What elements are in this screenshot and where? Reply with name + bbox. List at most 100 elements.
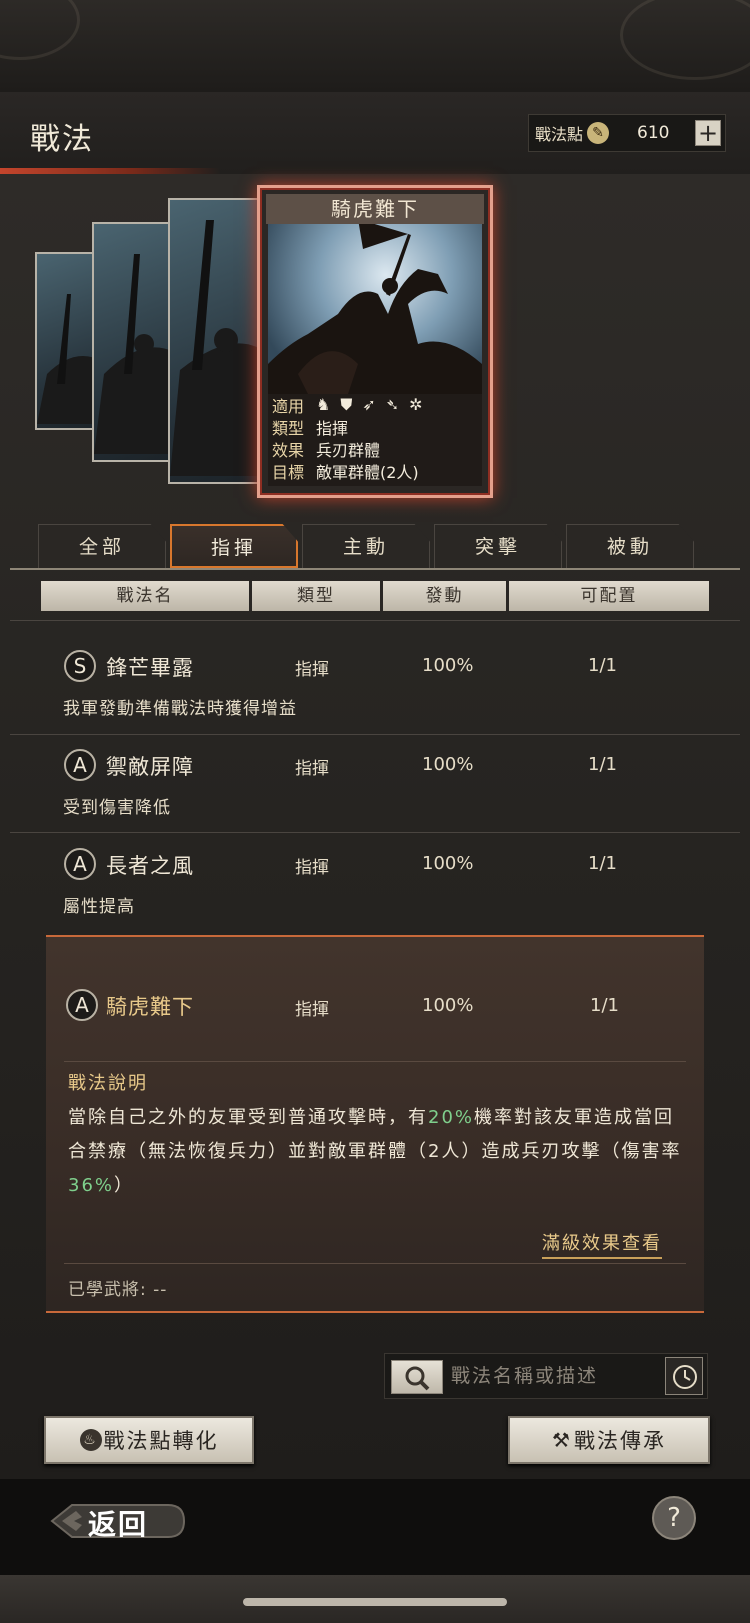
learned-generals: 已學武將: -- (68, 1280, 168, 1300)
convert-points-button[interactable]: ♨ 戰法點轉化 (44, 1416, 254, 1464)
info-row-effect: 效果 兵刃群體 (268, 438, 482, 460)
page-title: 戰法 (30, 122, 94, 157)
divider (10, 832, 740, 833)
info-row-units: 適用 ♞ ⛊ ➶ ➴ ✲ (268, 394, 482, 416)
tactic-rate: 100% (422, 655, 474, 676)
tab-assault[interactable]: 突擊 (434, 524, 562, 568)
search-input[interactable] (451, 1354, 651, 1398)
header-glow (0, 168, 220, 174)
help-button[interactable]: ? (652, 1496, 696, 1540)
tactic-type: 指揮 (295, 1000, 329, 1020)
spear-icon: ➴ (385, 395, 400, 414)
hammer-icon: ⚒ (552, 1428, 572, 1452)
inherit-tactic-button[interactable]: ⚒ 戰法傳承 (508, 1416, 710, 1464)
search-button[interactable] (391, 1360, 443, 1394)
home-indicator[interactable] (243, 1598, 507, 1606)
card-name: 騎虎難下 (266, 194, 484, 224)
tactic-summary: 屬性提高 (63, 897, 135, 917)
tactic-name: 騎虎難下 (106, 995, 194, 1019)
grade-badge: A (64, 749, 96, 781)
column-slots-header[interactable]: 可配置 (509, 581, 709, 611)
tactic-points-display: 戰法點 ✎ 610 + (528, 114, 726, 152)
tactic-row[interactable]: A 長者之風 指揮 100% 1/1 屬性提高 (50, 834, 700, 930)
tactic-rate: 100% (422, 995, 474, 1016)
back-label: 返回 (88, 1508, 149, 1541)
category-tabs: 全部 指揮 主動 突擊 被動 (38, 524, 718, 568)
tab-command[interactable]: 指揮 (170, 524, 298, 568)
grade-badge: A (64, 848, 96, 880)
tab-active[interactable]: 主動 (302, 524, 430, 568)
points-coin-icon: ✎ (587, 122, 610, 144)
cavalry-silhouette-icon (268, 224, 482, 394)
tactic-rate: 100% (422, 853, 474, 874)
points-label: 戰法點 (535, 125, 584, 144)
tactic-name: 長者之風 (106, 854, 194, 878)
info-key: 目標 (272, 463, 305, 482)
column-rate-header[interactable]: 發動 (383, 581, 506, 611)
tactic-card[interactable] (92, 222, 176, 462)
soldier-silhouette-icon (94, 254, 174, 454)
tactic-row[interactable]: S 鋒芒畢露 指揮 100% 1/1 我軍發動準備戰法時獲得增益 (50, 636, 700, 732)
info-value: 敵軍群體(2人) (316, 463, 419, 482)
description-part: 當除自己之外的友軍受到普通攻擊時，有 (68, 1107, 428, 1128)
tactic-row[interactable]: A 禦敵屏障 指揮 100% 1/1 受到傷害降低 (50, 735, 700, 831)
header-bar: 戰法 戰法點 ✎ 610 + (0, 92, 750, 174)
top-background (0, 0, 750, 92)
tactic-name: 鋒芒畢露 (106, 656, 194, 680)
inherit-label: 戰法傳承 (573, 1429, 666, 1453)
tactic-summary: 我軍發動準備戰法時獲得增益 (63, 699, 297, 719)
grade-badge: A (66, 989, 98, 1021)
cavalry-icon: ♞ (316, 395, 331, 414)
clock-icon (673, 1365, 697, 1389)
flame-icon: ♨ (79, 1429, 102, 1451)
tactic-slots: 1/1 (588, 655, 617, 676)
tab-underline (10, 568, 740, 570)
soldier-silhouette-icon (170, 220, 258, 476)
search-bar (384, 1353, 708, 1399)
tactic-slots: 1/1 (588, 754, 617, 775)
footer-bar: 返回 ? (0, 1479, 750, 1575)
column-name-header[interactable]: 戰法名 (41, 581, 249, 611)
search-icon (405, 1366, 430, 1391)
back-button[interactable]: 返回 (48, 1495, 188, 1547)
tactic-rate: 100% (422, 754, 474, 775)
cloud-ornament (0, 0, 80, 60)
selected-tactic-detail[interactable]: A 騎虎難下 指揮 100% 1/1 戰法說明 當除自己之外的友軍受到普通攻擊時… (46, 935, 704, 1313)
info-row-target: 目標 敵軍群體(2人) (268, 460, 482, 482)
tactic-slots: 1/1 (588, 853, 617, 874)
convert-label: 戰法點轉化 (103, 1429, 219, 1453)
info-key: 適用 (272, 397, 305, 416)
wheel-icon: ✲ (409, 395, 423, 414)
tactic-name: 禦敵屏障 (106, 755, 194, 779)
grade-badge: S (64, 650, 96, 682)
featured-tactic-card[interactable]: 騎虎難下 適用 ♞ ⛊ ➶ ➴ ✲ 類型 指揮 效果 兵刃群體 目標 敵軍群體(… (257, 185, 493, 498)
add-points-button[interactable]: + (695, 120, 721, 146)
card-info-panel: 適用 ♞ ⛊ ➶ ➴ ✲ 類型 指揮 效果 兵刃群體 目標 敵軍群體(2人) (268, 394, 482, 486)
divider (64, 1061, 686, 1062)
tactic-type: 指揮 (295, 759, 329, 779)
history-button[interactable] (665, 1357, 703, 1395)
description-title: 戰法說明 (68, 1073, 148, 1094)
tactic-slots: 1/1 (590, 995, 619, 1016)
cloud-ornament (620, 0, 750, 80)
unit-icons: ♞ ⛊ ➶ ➴ ✲ (316, 395, 423, 415)
tactic-type: 指揮 (295, 858, 329, 878)
points-value: 610 (637, 123, 670, 143)
info-key: 效果 (272, 441, 305, 460)
tactic-card[interactable] (168, 198, 260, 484)
tab-all[interactable]: 全部 (38, 524, 166, 568)
tactic-summary: 受到傷害降低 (63, 798, 171, 818)
damage-rate: 36% (68, 1175, 115, 1196)
info-value: 兵刃群體 (316, 441, 381, 460)
trigger-chance: 20% (428, 1107, 475, 1128)
max-level-effect-link[interactable]: 滿級效果查看 (542, 1229, 662, 1259)
column-type-header[interactable]: 類型 (252, 581, 380, 611)
info-value: 指揮 (316, 419, 349, 438)
divider (10, 620, 740, 621)
description-text: 當除自己之外的友軍受到普通攻擊時，有20%機率對該友軍造成當回合禁療（無法恢復兵… (68, 1101, 688, 1203)
divider (64, 1263, 686, 1264)
bow-icon: ➶ (362, 395, 376, 414)
tab-passive[interactable]: 被動 (566, 524, 694, 568)
shield-icon: ⛊ (340, 395, 353, 414)
info-row-type: 類型 指揮 (268, 416, 482, 438)
